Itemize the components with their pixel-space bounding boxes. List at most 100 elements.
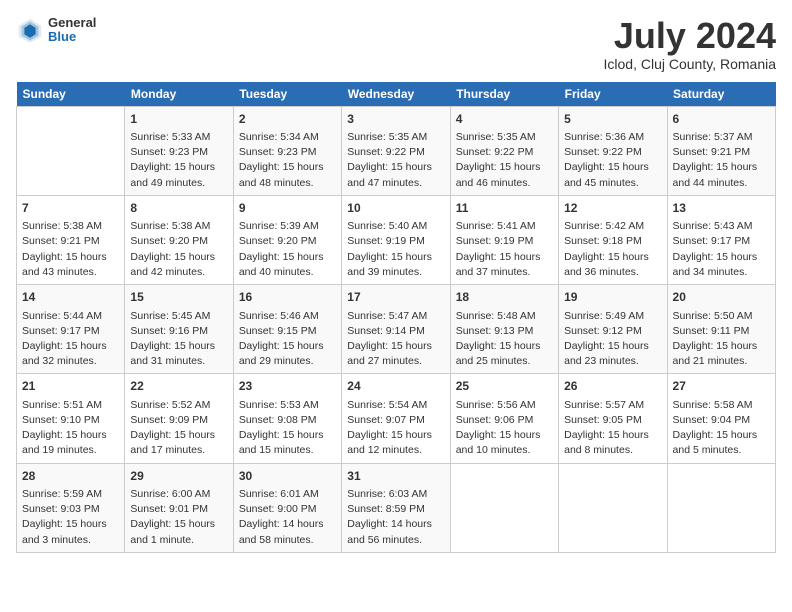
day-info: Sunrise: 5:34 AM Sunset: 9:23 PM Dayligh… <box>239 130 336 191</box>
day-info: Sunrise: 5:52 AM Sunset: 9:09 PM Dayligh… <box>130 398 227 459</box>
day-number: 22 <box>130 378 227 395</box>
day-info: Sunrise: 5:41 AM Sunset: 9:19 PM Dayligh… <box>456 219 553 280</box>
day-info: Sunrise: 5:50 AM Sunset: 9:11 PM Dayligh… <box>673 309 770 370</box>
month-year-title: July 2024 <box>604 16 776 56</box>
calendar-cell <box>667 463 775 552</box>
day-number: 13 <box>673 200 770 217</box>
calendar-cell <box>450 463 558 552</box>
calendar-cell: 28 Sunrise: 5:59 AM Sunset: 9:03 PM Dayli… <box>17 463 125 552</box>
day-number: 27 <box>673 378 770 395</box>
calendar-cell: 22 Sunrise: 5:52 AM Sunset: 9:09 PM Dayli… <box>125 374 233 463</box>
calendar-cell: 1 Sunrise: 5:33 AM Sunset: 9:23 PM Daylig… <box>125 106 233 195</box>
day-number: 15 <box>130 289 227 306</box>
calendar-cell: 13 Sunrise: 5:43 AM Sunset: 9:17 PM Dayli… <box>667 195 775 284</box>
day-info: Sunrise: 5:39 AM Sunset: 9:20 PM Dayligh… <box>239 219 336 280</box>
weekday-header-thursday: Thursday <box>450 82 558 107</box>
calendar-week-row: 1 Sunrise: 5:33 AM Sunset: 9:23 PM Daylig… <box>17 106 776 195</box>
weekday-header-row: SundayMondayTuesdayWednesdayThursdayFrid… <box>17 82 776 107</box>
calendar-cell: 26 Sunrise: 5:57 AM Sunset: 9:05 PM Dayli… <box>559 374 667 463</box>
day-number: 6 <box>673 111 770 128</box>
calendar-week-row: 28 Sunrise: 5:59 AM Sunset: 9:03 PM Dayli… <box>17 463 776 552</box>
calendar-cell <box>559 463 667 552</box>
day-info: Sunrise: 5:48 AM Sunset: 9:13 PM Dayligh… <box>456 309 553 370</box>
logo-blue: Blue <box>48 30 96 44</box>
day-info: Sunrise: 6:03 AM Sunset: 8:59 PM Dayligh… <box>347 487 444 548</box>
day-info: Sunrise: 5:53 AM Sunset: 9:08 PM Dayligh… <box>239 398 336 459</box>
calendar-week-row: 21 Sunrise: 5:51 AM Sunset: 9:10 PM Dayli… <box>17 374 776 463</box>
day-info: Sunrise: 6:00 AM Sunset: 9:01 PM Dayligh… <box>130 487 227 548</box>
day-info: Sunrise: 5:56 AM Sunset: 9:06 PM Dayligh… <box>456 398 553 459</box>
day-info: Sunrise: 5:49 AM Sunset: 9:12 PM Dayligh… <box>564 309 661 370</box>
day-number: 18 <box>456 289 553 306</box>
day-info: Sunrise: 5:36 AM Sunset: 9:22 PM Dayligh… <box>564 130 661 191</box>
calendar-cell: 21 Sunrise: 5:51 AM Sunset: 9:10 PM Dayli… <box>17 374 125 463</box>
day-number: 12 <box>564 200 661 217</box>
day-info: Sunrise: 5:46 AM Sunset: 9:15 PM Dayligh… <box>239 309 336 370</box>
day-number: 23 <box>239 378 336 395</box>
calendar-cell: 30 Sunrise: 6:01 AM Sunset: 9:00 PM Dayli… <box>233 463 341 552</box>
logo-general: General <box>48 16 96 30</box>
day-info: Sunrise: 6:01 AM Sunset: 9:00 PM Dayligh… <box>239 487 336 548</box>
day-number: 21 <box>22 378 119 395</box>
weekday-header-friday: Friday <box>559 82 667 107</box>
day-number: 3 <box>347 111 444 128</box>
day-info: Sunrise: 5:59 AM Sunset: 9:03 PM Dayligh… <box>22 487 119 548</box>
calendar-cell: 27 Sunrise: 5:58 AM Sunset: 9:04 PM Dayli… <box>667 374 775 463</box>
day-info: Sunrise: 5:47 AM Sunset: 9:14 PM Dayligh… <box>347 309 444 370</box>
weekday-header-sunday: Sunday <box>17 82 125 107</box>
logo: General Blue <box>16 16 96 45</box>
day-number: 14 <box>22 289 119 306</box>
page-header: General Blue July 2024 Iclod, Cluj Count… <box>16 16 776 72</box>
calendar-cell: 16 Sunrise: 5:46 AM Sunset: 9:15 PM Dayli… <box>233 285 341 374</box>
day-number: 19 <box>564 289 661 306</box>
day-info: Sunrise: 5:42 AM Sunset: 9:18 PM Dayligh… <box>564 219 661 280</box>
day-number: 30 <box>239 468 336 485</box>
day-number: 5 <box>564 111 661 128</box>
calendar-cell: 18 Sunrise: 5:48 AM Sunset: 9:13 PM Dayli… <box>450 285 558 374</box>
calendar-cell <box>17 106 125 195</box>
calendar-cell: 19 Sunrise: 5:49 AM Sunset: 9:12 PM Dayli… <box>559 285 667 374</box>
day-number: 1 <box>130 111 227 128</box>
day-number: 7 <box>22 200 119 217</box>
day-number: 24 <box>347 378 444 395</box>
day-info: Sunrise: 5:37 AM Sunset: 9:21 PM Dayligh… <box>673 130 770 191</box>
calendar-cell: 25 Sunrise: 5:56 AM Sunset: 9:06 PM Dayli… <box>450 374 558 463</box>
calendar-cell: 20 Sunrise: 5:50 AM Sunset: 9:11 PM Dayli… <box>667 285 775 374</box>
calendar-cell: 9Sunrise: 5:39 AM Sunset: 9:20 PM Daylig… <box>233 195 341 284</box>
day-info: Sunrise: 5:58 AM Sunset: 9:04 PM Dayligh… <box>673 398 770 459</box>
calendar-cell: 14Sunrise: 5:44 AM Sunset: 9:17 PM Dayli… <box>17 285 125 374</box>
day-info: Sunrise: 5:51 AM Sunset: 9:10 PM Dayligh… <box>22 398 119 459</box>
calendar-cell: 8Sunrise: 5:38 AM Sunset: 9:20 PM Daylig… <box>125 195 233 284</box>
day-info: Sunrise: 5:43 AM Sunset: 9:17 PM Dayligh… <box>673 219 770 280</box>
day-info: Sunrise: 5:38 AM Sunset: 9:20 PM Dayligh… <box>130 219 227 280</box>
calendar-cell: 17 Sunrise: 5:47 AM Sunset: 9:14 PM Dayli… <box>342 285 450 374</box>
day-number: 26 <box>564 378 661 395</box>
day-number: 25 <box>456 378 553 395</box>
location-subtitle: Iclod, Cluj County, Romania <box>604 56 776 72</box>
title-block: July 2024 Iclod, Cluj County, Romania <box>604 16 776 72</box>
logo-text: General Blue <box>48 16 96 45</box>
weekday-header-monday: Monday <box>125 82 233 107</box>
day-number: 17 <box>347 289 444 306</box>
day-number: 16 <box>239 289 336 306</box>
calendar-cell: 29Sunrise: 6:00 AM Sunset: 9:01 PM Dayli… <box>125 463 233 552</box>
calendar-week-row: 14Sunrise: 5:44 AM Sunset: 9:17 PM Dayli… <box>17 285 776 374</box>
calendar-cell: 10Sunrise: 5:40 AM Sunset: 9:19 PM Dayli… <box>342 195 450 284</box>
day-number: 31 <box>347 468 444 485</box>
day-number: 11 <box>456 200 553 217</box>
day-info: Sunrise: 5:33 AM Sunset: 9:23 PM Dayligh… <box>130 130 227 191</box>
weekday-header-saturday: Saturday <box>667 82 775 107</box>
day-info: Sunrise: 5:35 AM Sunset: 9:22 PM Dayligh… <box>347 130 444 191</box>
calendar-cell: 31 Sunrise: 6:03 AM Sunset: 8:59 PM Dayli… <box>342 463 450 552</box>
day-number: 28 <box>22 468 119 485</box>
calendar-week-row: 7Sunrise: 5:38 AM Sunset: 9:21 PM Daylig… <box>17 195 776 284</box>
day-info: Sunrise: 5:45 AM Sunset: 9:16 PM Dayligh… <box>130 309 227 370</box>
day-info: Sunrise: 5:57 AM Sunset: 9:05 PM Dayligh… <box>564 398 661 459</box>
calendar-cell: 2 Sunrise: 5:34 AM Sunset: 9:23 PM Daylig… <box>233 106 341 195</box>
day-number: 4 <box>456 111 553 128</box>
calendar-cell: 11 Sunrise: 5:41 AM Sunset: 9:19 PM Dayli… <box>450 195 558 284</box>
day-number: 2 <box>239 111 336 128</box>
day-info: Sunrise: 5:54 AM Sunset: 9:07 PM Dayligh… <box>347 398 444 459</box>
logo-icon <box>16 16 44 44</box>
day-number: 20 <box>673 289 770 306</box>
